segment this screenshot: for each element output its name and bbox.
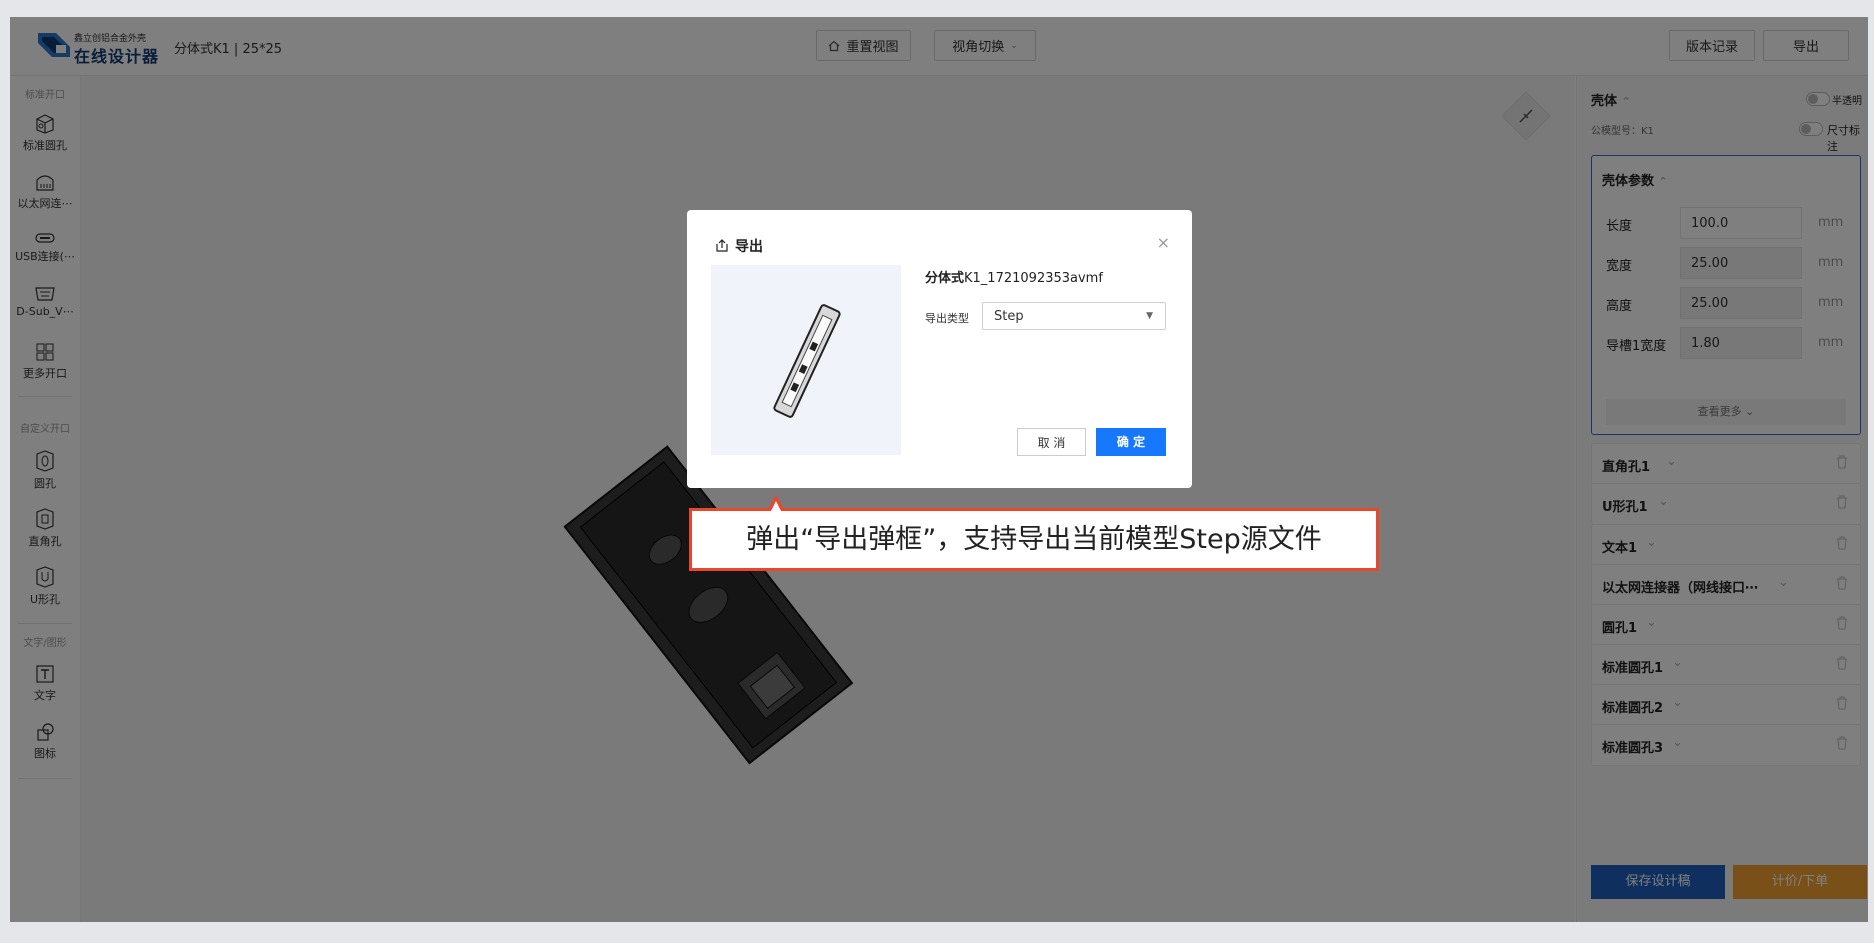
export-type-label: 导出类型 <box>925 312 969 325</box>
model-thumbnail <box>773 304 841 418</box>
annotation-callout: 弹出“导出弹框”，支持导出当前模型Step源文件 <box>689 508 1379 571</box>
confirm-button[interactable]: 确 定 <box>1096 428 1166 456</box>
export-dialog: 导出 × 分体式K1_1721092353avmf 导出类型 Step ▼ 取 … <box>687 210 1192 488</box>
export-filename: 分体式K1_1721092353avmf <box>925 267 1103 286</box>
export-icon <box>716 239 728 252</box>
app-window: 鑫立创铝合金外壳 在线设计器 分体式K1 | 25*25 重置视图 视角切换 ⌄… <box>10 17 1868 922</box>
export-type-value: Step <box>994 309 1024 324</box>
dialog-title-label: 导出 <box>735 239 763 255</box>
close-icon[interactable]: × <box>1157 233 1170 252</box>
dialog-title: 导出 <box>715 236 763 256</box>
filename-rest: K1_1721092353avmf <box>964 271 1103 286</box>
model-preview <box>711 265 901 455</box>
cancel-button[interactable]: 取 消 <box>1017 428 1086 456</box>
caret-down-icon: ▼ <box>1146 311 1153 321</box>
export-type-select[interactable]: Step ▼ <box>982 302 1166 330</box>
filename-prefix: 分体式 <box>925 271 965 286</box>
callout-pointer-inner <box>771 501 781 511</box>
